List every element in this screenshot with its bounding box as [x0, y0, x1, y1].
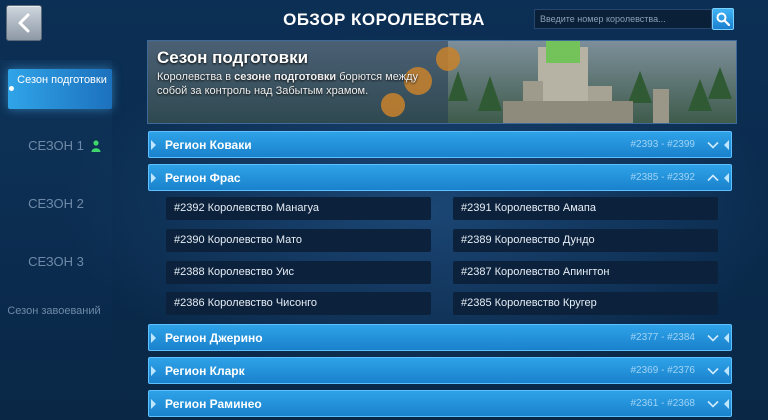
chevron-down-icon: [707, 334, 719, 342]
kingdom-label: #2391 Королевство Амапа: [461, 202, 596, 214]
region-notch: [724, 333, 729, 343]
sidebar-item-label: Сезон подготовки: [17, 74, 107, 86]
sidebar-item-label: Сезон завоеваний: [7, 305, 101, 317]
region-name: Регион Раминео: [165, 397, 262, 411]
region-notch: [151, 333, 156, 343]
kingdom-label: #2389 Королевство Дундо: [461, 234, 595, 246]
region-name: Регион Кларк: [165, 364, 245, 378]
chevron-left-icon: [18, 13, 30, 33]
region-range: #2385 - #2392: [630, 172, 695, 183]
region-notch: [151, 140, 156, 150]
chevron-down-icon: [707, 141, 719, 149]
kingdom-label: #2386 Королевство Чисонго: [174, 297, 318, 309]
region-header-fras[interactable]: Регион Фрас #2385 - #2392: [148, 164, 732, 191]
region-notch: [151, 366, 156, 376]
banner-title: Сезон подготовки: [157, 48, 309, 67]
person-icon: [91, 140, 101, 152]
search-input[interactable]: Введите номер королевства...: [534, 9, 712, 29]
search-placeholder: Введите номер королевства...: [540, 14, 666, 24]
kingdom-item[interactable]: #2391 Королевство Амапа: [453, 197, 718, 220]
banner-text-highlight: сезоне подготовки: [234, 71, 337, 83]
region-notch: [151, 399, 156, 409]
region-header-dzherino[interactable]: Регион Джерино #2377 - #2384: [148, 324, 732, 351]
sidebar-item-label: СЕЗОН 3: [28, 254, 84, 269]
banner-text-part: Королевства в: [157, 71, 235, 83]
kingdom-item[interactable]: #2386 Королевство Чисонго: [166, 292, 431, 315]
region-notch: [724, 366, 729, 376]
kingdom-label: #2392 Королевство Манагуа: [174, 202, 319, 214]
kingdom-label: #2390 Королевство Мато: [174, 234, 303, 246]
region-name: Регион Фрас: [165, 171, 241, 185]
region-range: #2393 - #2399: [630, 139, 695, 150]
kingdom-item[interactable]: #2392 Королевство Манагуа: [166, 197, 431, 220]
region-range: #2377 - #2384: [630, 332, 695, 343]
banner-description: Королевства в сезоне подготовки борются …: [157, 70, 427, 98]
sidebar-item-season-2[interactable]: СЕЗОН 2: [0, 196, 112, 211]
kingdom-item[interactable]: #2388 Королевство Уис: [166, 261, 431, 284]
sidebar-item-conquest[interactable]: Сезон завоеваний: [6, 305, 102, 318]
kingdom-label: #2387 Королевство Апингтон: [461, 266, 610, 278]
season-banner: Сезон подготовки Королевства в сезоне по…: [147, 40, 737, 124]
region-notch: [724, 140, 729, 150]
region-notch: [724, 399, 729, 409]
region-notch: [151, 173, 156, 183]
region-range: #2369 - #2376: [630, 365, 695, 376]
region-notch: [724, 173, 729, 183]
kingdom-item[interactable]: #2387 Королевство Апингтон: [453, 261, 718, 284]
kingdom-item[interactable]: #2385 Королевство Кругер: [453, 292, 718, 315]
sidebar-item-label: СЕЗОН 1: [28, 138, 84, 153]
kingdom-item[interactable]: #2390 Королевство Мато: [166, 229, 431, 252]
kingdom-label: #2388 Королевство Уис: [174, 266, 294, 278]
region-name: Регион Коваки: [165, 138, 252, 152]
kingdom-label: #2385 Королевство Кругер: [461, 297, 597, 309]
region-header-kovaki[interactable]: Регион Коваки #2393 - #2399: [148, 131, 732, 158]
page-title: ОБЗОР КОРОЛЕВСТВА: [283, 10, 485, 29]
region-name: Регион Джерино: [165, 331, 263, 345]
sidebar-item-label: СЕЗОН 2: [28, 196, 84, 211]
chevron-up-icon: [707, 174, 719, 182]
region-header-ramineo[interactable]: Регион Раминео #2361 - #2368: [148, 390, 732, 417]
search-button[interactable]: [712, 8, 734, 30]
back-button[interactable]: [6, 5, 42, 41]
chevron-down-icon: [707, 400, 719, 408]
chevron-down-icon: [707, 367, 719, 375]
search-icon: [716, 12, 730, 26]
kingdom-item[interactable]: #2389 Королевство Дундо: [453, 229, 718, 252]
region-range: #2361 - #2368: [630, 398, 695, 409]
region-header-klark[interactable]: Регион Кларк #2369 - #2376: [148, 357, 732, 384]
sidebar-item-season-3[interactable]: СЕЗОН 3: [0, 254, 112, 269]
